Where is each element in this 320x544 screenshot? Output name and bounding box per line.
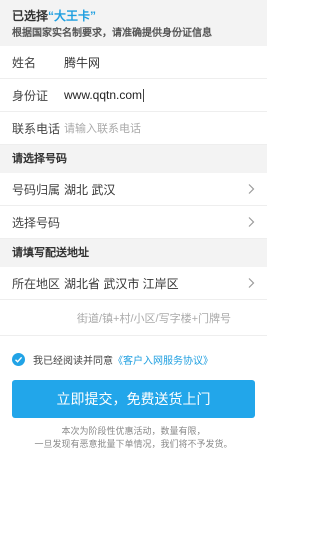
number-location-row[interactable]: 号码归属 湖北 武汉 bbox=[0, 173, 267, 206]
name-input[interactable]: 腾牛网 bbox=[64, 54, 255, 71]
address-detail-placeholder: 街道/镇+村/小区/写字楼+门牌号 bbox=[76, 312, 231, 325]
realname-notice: 根据国家实名制要求，请准确提供身份证信息 bbox=[12, 28, 212, 39]
phone-input[interactable]: 请输入联系电话 bbox=[64, 120, 141, 136]
checkbox-checked-icon[interactable] bbox=[12, 352, 25, 366]
chevron-right-icon bbox=[248, 184, 255, 194]
chevron-right-icon bbox=[248, 217, 255, 227]
text-cursor bbox=[143, 89, 145, 103]
footer-note-line2: 一旦发现有恶意批量下单情况，我们将不予发货。 bbox=[34, 439, 233, 449]
checkmark-icon bbox=[15, 356, 23, 363]
region-row[interactable]: 所在地区 湖北省 武汉市 江岸区 bbox=[0, 267, 267, 300]
choose-number-label: 选择号码 bbox=[12, 215, 61, 230]
submit-button[interactable]: 立即提交，免费送货上门 bbox=[12, 380, 255, 418]
address-detail-input[interactable]: 街道/镇+村/小区/写字楼+门牌号 bbox=[0, 300, 267, 336]
selected-prefix: 已选择 bbox=[12, 9, 49, 23]
agreement-link[interactable]: 《客户入网服务协议》 bbox=[113, 352, 213, 367]
agreement-row[interactable]: 我已经阅读并同意 《客户入网服务协议》 bbox=[0, 346, 267, 372]
id-row[interactable]: 身份证 www.qqtn.com bbox=[0, 79, 267, 112]
card-name: “大王卡” bbox=[48, 9, 97, 23]
footer-note: 本次为阶段性优惠活动，数量有限， 一旦发现有恶意批量下单情况，我们将不予发货。 bbox=[0, 425, 267, 451]
name-label: 姓名 bbox=[12, 55, 37, 70]
address-section-title: 请填写配送地址 bbox=[0, 239, 267, 267]
id-input[interactable]: www.qqtn.com bbox=[64, 87, 255, 103]
phone-label: 联系电话 bbox=[12, 121, 61, 136]
number-location-label: 号码归属 bbox=[12, 182, 61, 197]
selection-header: 已选择“大王卡” 根据国家实名制要求，请准确提供身份证信息 bbox=[0, 0, 267, 46]
phone-row[interactable]: 联系电话 请输入联系电话 bbox=[0, 112, 267, 145]
order-form-page: 已选择“大王卡” 根据国家实名制要求，请准确提供身份证信息 姓名 腾牛网 身份证… bbox=[0, 0, 267, 544]
number-location-value: 湖北 武汉 bbox=[64, 182, 116, 197]
number-section-title: 请选择号码 bbox=[0, 145, 267, 173]
id-value: www.qqtn.com bbox=[64, 87, 143, 102]
agreement-text: 我已经阅读并同意 bbox=[33, 355, 113, 367]
chevron-right-icon bbox=[248, 278, 255, 288]
choose-number-row[interactable]: 选择号码 bbox=[0, 206, 267, 239]
name-row[interactable]: 姓名 腾牛网 bbox=[0, 46, 267, 79]
id-label: 身份证 bbox=[12, 88, 49, 103]
selected-card-line: 已选择“大王卡” bbox=[12, 8, 255, 24]
region-label: 所在地区 bbox=[12, 276, 61, 291]
footer-note-line1: 本次为阶段性优惠活动，数量有限， bbox=[61, 426, 206, 436]
region-value: 湖北省 武汉市 江岸区 bbox=[64, 276, 179, 291]
